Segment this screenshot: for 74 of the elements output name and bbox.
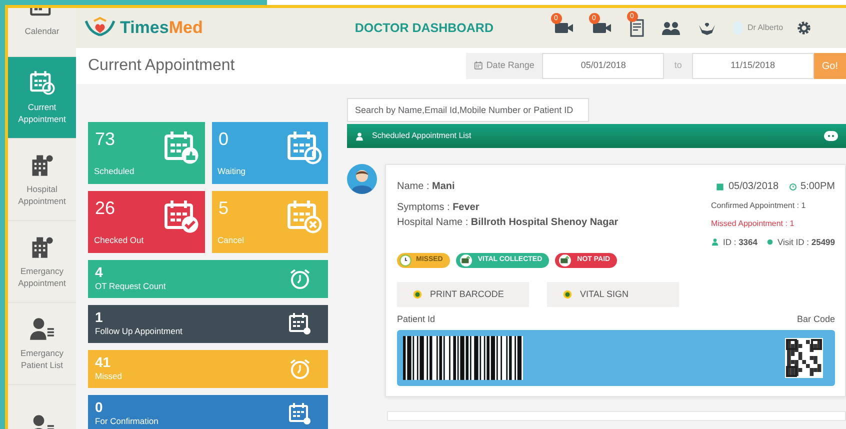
cash-icon xyxy=(557,254,574,267)
stat-tile[interactable]: 26 Checked Out xyxy=(88,191,204,253)
calendar-thumbs-up-icon xyxy=(162,130,198,166)
stat-bar[interactable]: 1 Follow Up Appointment xyxy=(88,305,328,343)
action-button[interactable]: VITAL SIGN xyxy=(547,282,679,308)
stat-label: OT Request Count xyxy=(95,280,166,294)
stat-label: Scheduled xyxy=(94,165,134,178)
patient-id: ID : 3364 xyxy=(722,236,758,249)
user-name[interactable]: Dr Alberto xyxy=(748,22,784,34)
stat-label: For Confirmation xyxy=(95,415,158,428)
person-icon xyxy=(355,132,364,140)
toggle-icon[interactable] xyxy=(824,131,838,141)
report-icon[interactable] xyxy=(630,19,644,37)
person-icon xyxy=(710,238,719,246)
stat-count: 41 xyxy=(95,354,112,370)
date-range-label: Date Range xyxy=(486,59,534,72)
settings-icon[interactable] xyxy=(796,20,812,36)
date-separator: to xyxy=(673,59,683,72)
stat-count: 26 xyxy=(95,199,116,217)
visit-id: Visit ID : 25499 xyxy=(778,236,835,249)
patient-id-label: Patient Id xyxy=(397,313,436,326)
calendar-check-icon xyxy=(162,199,198,235)
calendar-clock-icon xyxy=(29,70,55,96)
stat-label: Follow Up Appointment xyxy=(95,325,182,338)
hospital-name: Hospital Name : Billroth Hospital Shenoy Nagar xyxy=(397,216,618,230)
clock-icon xyxy=(788,182,797,190)
hands-heart-icon[interactable] xyxy=(698,20,716,36)
stat-bar[interactable]: 4 OT Request Count xyxy=(88,260,328,298)
dashboard-title: DOCTOR DASHBOARD xyxy=(354,20,494,37)
appointment-date: 05/03/2018 xyxy=(728,180,779,194)
symptoms-text: Symptoms : Fever xyxy=(397,201,480,215)
stat-label: Checked Out xyxy=(94,234,144,247)
clock-icon xyxy=(399,254,412,267)
stat-bar[interactable]: 0 For Confirmation xyxy=(88,395,328,429)
logo-icon xyxy=(84,17,116,39)
go-button[interactable]: Go! xyxy=(814,53,846,79)
people-icon[interactable] xyxy=(662,20,680,35)
stat-count: 5 xyxy=(218,199,229,217)
video-camera-icon[interactable] xyxy=(592,20,612,35)
stat-count: 0 xyxy=(218,130,229,148)
missed-appointment-count: Missed Appointment : 1 xyxy=(710,218,796,230)
qr-code-drawing xyxy=(785,338,823,378)
page-title: Current Appointment xyxy=(88,56,235,76)
barcode-label: Bar Code xyxy=(796,313,835,326)
patient-list-icon xyxy=(29,316,55,342)
appointment-time: 5:00PM xyxy=(800,180,835,194)
alarm-clock-icon xyxy=(288,357,312,381)
patient-name: Name : Mani xyxy=(397,180,456,194)
video-camera-icon[interactable] xyxy=(554,20,574,35)
stat-count: 0 xyxy=(95,400,104,416)
sidebar-item[interactable]: Emergancy Patient List xyxy=(8,303,76,385)
stat-tile[interactable]: 73 Scheduled xyxy=(88,122,204,184)
sidebar-item[interactable]: Current Appointment xyxy=(8,57,76,139)
alarm-clock-icon xyxy=(288,267,312,291)
stat-label: Missed xyxy=(95,370,122,384)
stat-count: 73 xyxy=(95,130,116,148)
sidebar-item[interactable]: Emergancy Appointment xyxy=(8,221,76,303)
end-date-field[interactable]: 11/15/2018 xyxy=(692,53,814,79)
start-date-field[interactable]: 05/01/2018 xyxy=(542,53,664,79)
list-header-title: Scheduled Appointment List xyxy=(372,130,472,142)
calendar-cancel-icon xyxy=(286,199,322,235)
stat-count: 4 xyxy=(95,264,104,280)
stat-label: Cancel xyxy=(218,234,244,247)
calendar-clock-icon xyxy=(286,130,322,166)
stat-count: 1 xyxy=(95,310,104,326)
search-field[interactable]: Search by Name,Email Id,Mobile Number or Patient ID xyxy=(347,98,589,122)
logo-text: TimesMed xyxy=(120,17,203,40)
cash-icon xyxy=(458,254,474,267)
confirmed-appointment-count: Confirmed Appointment : 1 xyxy=(710,200,807,212)
stat-tile[interactable]: 0 Waiting xyxy=(212,122,328,184)
stat-label: Waiting xyxy=(218,165,246,178)
sidebar-item[interactable]: Hospital Appointment xyxy=(8,139,76,221)
patient-avatar-icon xyxy=(347,164,377,194)
action-button[interactable]: PRINT BARCODE xyxy=(397,282,529,308)
